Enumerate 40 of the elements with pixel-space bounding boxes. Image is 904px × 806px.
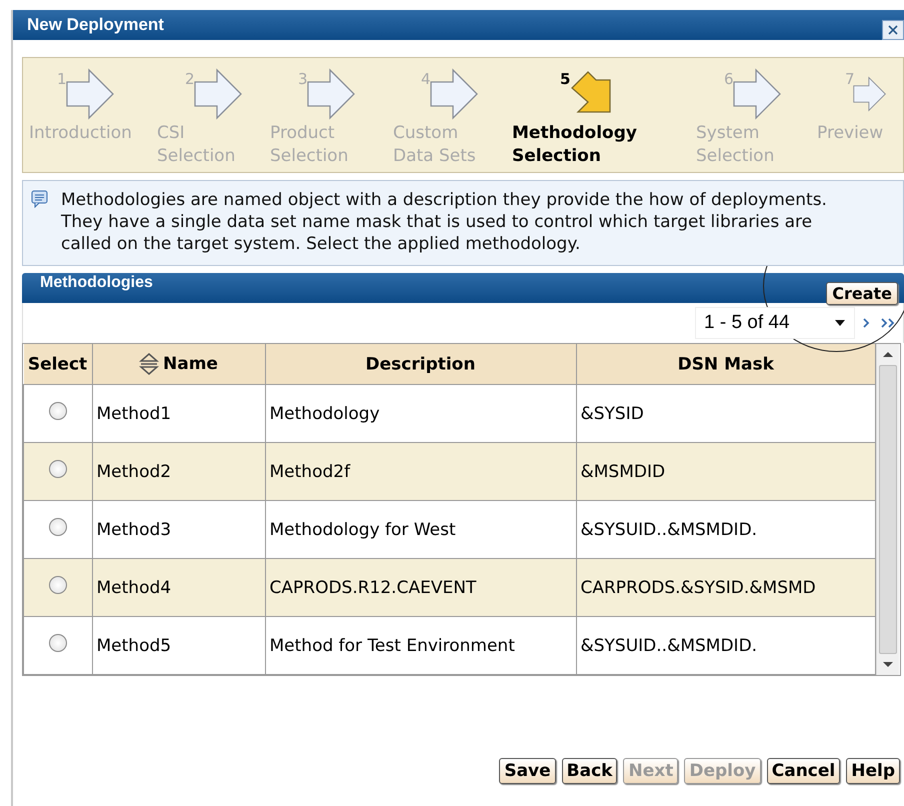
step-label[interactable]: Methodology Selection <box>512 122 686 168</box>
scrollbar[interactable] <box>876 344 899 675</box>
column-header: Select <box>28 354 88 374</box>
table-cell: &SYSUID..&MSMDID. <box>576 616 876 674</box>
table-cell: &SYSID <box>576 384 876 442</box>
panel-title: Methodologies <box>40 274 153 292</box>
info-text: Methodologies are named object with a description they provide the how of deployments. They have a single data set name mask that is used to control which target libraries are called on the target system. Select the applied methodology. <box>61 189 828 256</box>
dialog-button[interactable]: Back <box>562 758 618 784</box>
column-header[interactable]: Name <box>163 354 218 374</box>
close-button[interactable] <box>882 20 904 40</box>
step-number: 6 <box>724 70 734 88</box>
column-header: DSN Mask <box>678 354 774 374</box>
radio-button[interactable] <box>48 402 67 420</box>
table-cell: Method5 <box>92 616 265 674</box>
radio-button[interactable] <box>48 634 67 652</box>
step-number: 1 <box>57 70 67 88</box>
step-number: 4 <box>421 70 431 88</box>
step-number: 5 <box>560 70 570 88</box>
sort-icon[interactable] <box>139 353 160 375</box>
radio-button[interactable] <box>48 460 67 478</box>
dialog-button[interactable]: Cancel <box>766 758 840 784</box>
table-cell: Method for Test Environment <box>265 616 576 674</box>
radio-button[interactable] <box>48 518 67 536</box>
scroll-up-arrow-icon[interactable] <box>883 352 893 357</box>
create-button[interactable]: Create <box>826 282 898 304</box>
speech-bubble-icon <box>31 190 49 208</box>
step-number: 3 <box>298 70 308 88</box>
dialog-button[interactable]: Save <box>499 758 556 784</box>
scroll-thumb[interactable] <box>879 365 897 654</box>
table-cell: Methodology <box>265 384 576 442</box>
scroll-down-arrow-icon[interactable] <box>883 662 893 667</box>
page-select[interactable]: 1 - 5 of 44 <box>695 307 855 339</box>
window-title: New Deployment <box>27 15 164 35</box>
step-number: 7 <box>845 70 855 88</box>
column-header: Description <box>366 354 476 374</box>
dialog-button[interactable]: Help <box>846 758 900 784</box>
close-icon <box>886 23 900 37</box>
radio-button[interactable] <box>48 576 67 594</box>
step-number: 2 <box>185 70 195 88</box>
dropdown-icon <box>834 319 846 327</box>
